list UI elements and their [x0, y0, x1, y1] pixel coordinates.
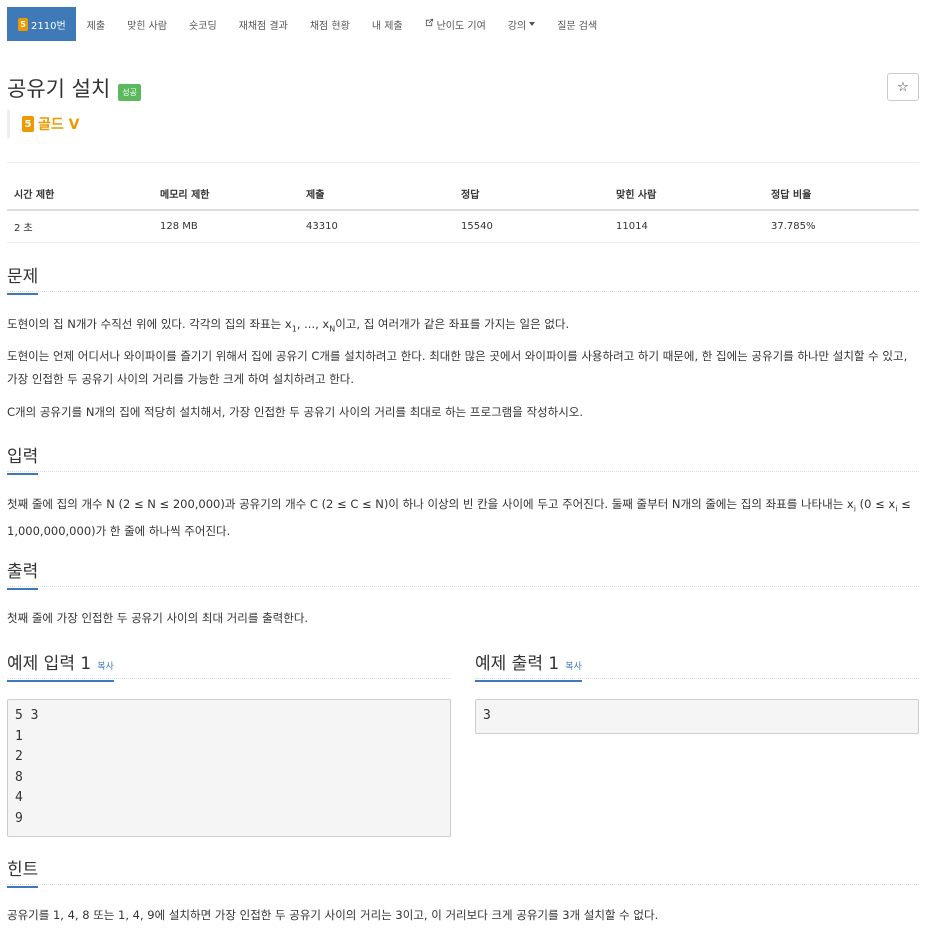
table-cell: 2 초 [7, 210, 153, 243]
section-description-header: 문제 [7, 262, 919, 295]
tab-solved-users[interactable]: 맞힌 사람 [116, 7, 178, 41]
tab-lectures-label: 강의 [507, 20, 527, 32]
section-title: 문제 [7, 262, 39, 295]
tab-difficulty-label: 난이도 기여 [436, 20, 486, 32]
tier-icon: 5 [22, 116, 34, 132]
tab-judge-status[interactable]: 채점 현황 [299, 7, 361, 41]
description-paragraph: C개의 공유기를 N개의 집에 적당히 설치해서, 가장 인접한 두 공유기 사… [7, 405, 584, 419]
hint-paragraph: 공유기를 1, 4, 8 또는 1, 4, 9에 설치하면 가장 인접한 두 공… [7, 908, 659, 922]
section-divider [7, 471, 919, 472]
section-title: 예제 입력 1 복사 [7, 649, 114, 682]
table-cell: 37.785% [764, 210, 919, 243]
tier-indicator: 5 골드 V [7, 110, 79, 138]
sample-output-box[interactable]: 3 [475, 699, 919, 734]
divider [7, 162, 919, 163]
tab-problem[interactable]: 5 2110번 [7, 7, 76, 41]
section-title: 출력 [7, 557, 39, 590]
section-divider [7, 291, 919, 292]
copy-sample-output-link[interactable]: 복사 [565, 662, 582, 672]
input-paragraph: 첫째 줄에 집의 개수 N (2 ≤ N ≤ 200,000)과 공유기의 개수… [7, 497, 911, 539]
tier-label[interactable]: 골드 V [38, 114, 79, 134]
tab-submit[interactable]: 제출 [76, 7, 116, 41]
section-sample-input-header: 예제 입력 1 복사 [7, 649, 451, 682]
table-cell: 11014 [609, 210, 764, 243]
table-cell: 15540 [454, 210, 609, 243]
problem-title-row: 공유기 설치 성공 [7, 73, 142, 103]
table-header: 맞힌 사람 [609, 178, 764, 211]
section-title: 입력 [7, 442, 39, 475]
section-hint-header: 힌트 [7, 855, 919, 888]
table-header: 정답 [454, 178, 609, 211]
tab-my-submissions[interactable]: 내 제출 [361, 7, 414, 41]
status-badge: 성공 [118, 83, 142, 101]
page-title: 공유기 설치 [7, 77, 111, 101]
table-cell: 128 MB [153, 210, 299, 243]
section-title: 예제 출력 1 복사 [475, 649, 582, 682]
table-cell: 43310 [299, 210, 454, 243]
table-header-row: 시간 제한 메모리 제한 제출 정답 맞힌 사람 정답 비율 [7, 178, 919, 211]
output-paragraph: 첫째 줄에 가장 인접한 두 공유기 사이의 최대 거리를 출력한다. [7, 611, 309, 625]
tab-rejudge-results[interactable]: 재채점 결과 [228, 7, 299, 41]
section-output-header: 출력 [7, 557, 919, 590]
caret-down-icon [529, 22, 536, 26]
problem-nav: 5 2110번 제출 맞힌 사람 숏코딩 재채점 결과 채점 현황 내 제출 난… [7, 7, 608, 41]
table-header: 정답 비율 [764, 178, 919, 211]
tier-icon: 5 [18, 17, 28, 31]
sample-input-box[interactable]: 5 3 1 2 8 4 9 [7, 699, 451, 837]
table-row: 2 초 128 MB 43310 15540 11014 37.785% [7, 210, 919, 243]
copy-sample-input-link[interactable]: 복사 [97, 662, 114, 672]
description-paragraph: 도현이의 집 N개가 수직선 위에 있다. 각각의 집의 좌표는 x1, ...… [7, 317, 570, 334]
problem-info-table: 시간 제한 메모리 제한 제출 정답 맞힌 사람 정답 비율 2 초 128 M… [7, 178, 919, 243]
tab-short-coding[interactable]: 숏코딩 [178, 7, 228, 41]
tab-question-search[interactable]: 질문 검색 [546, 7, 608, 41]
section-divider [7, 586, 919, 587]
external-link-icon [425, 18, 434, 30]
tab-difficulty-contribution[interactable]: 난이도 기여 [414, 7, 497, 41]
table-header: 메모리 제한 [153, 178, 299, 211]
section-title: 힌트 [7, 855, 39, 888]
star-button[interactable]: ☆ [887, 73, 919, 101]
section-sample-output-header: 예제 출력 1 복사 [475, 649, 919, 682]
tab-lectures[interactable]: 강의 [497, 7, 546, 41]
table-header: 시간 제한 [7, 178, 153, 211]
description-paragraph: 도현이는 언제 어디서나 와이파이를 즐기기 위해서 집에 공유기 C개를 설치… [7, 349, 908, 386]
table-header: 제출 [299, 178, 454, 211]
section-divider [7, 884, 919, 885]
tab-problem-label: 2110번 [31, 20, 66, 32]
section-input-header: 입력 [7, 442, 919, 475]
